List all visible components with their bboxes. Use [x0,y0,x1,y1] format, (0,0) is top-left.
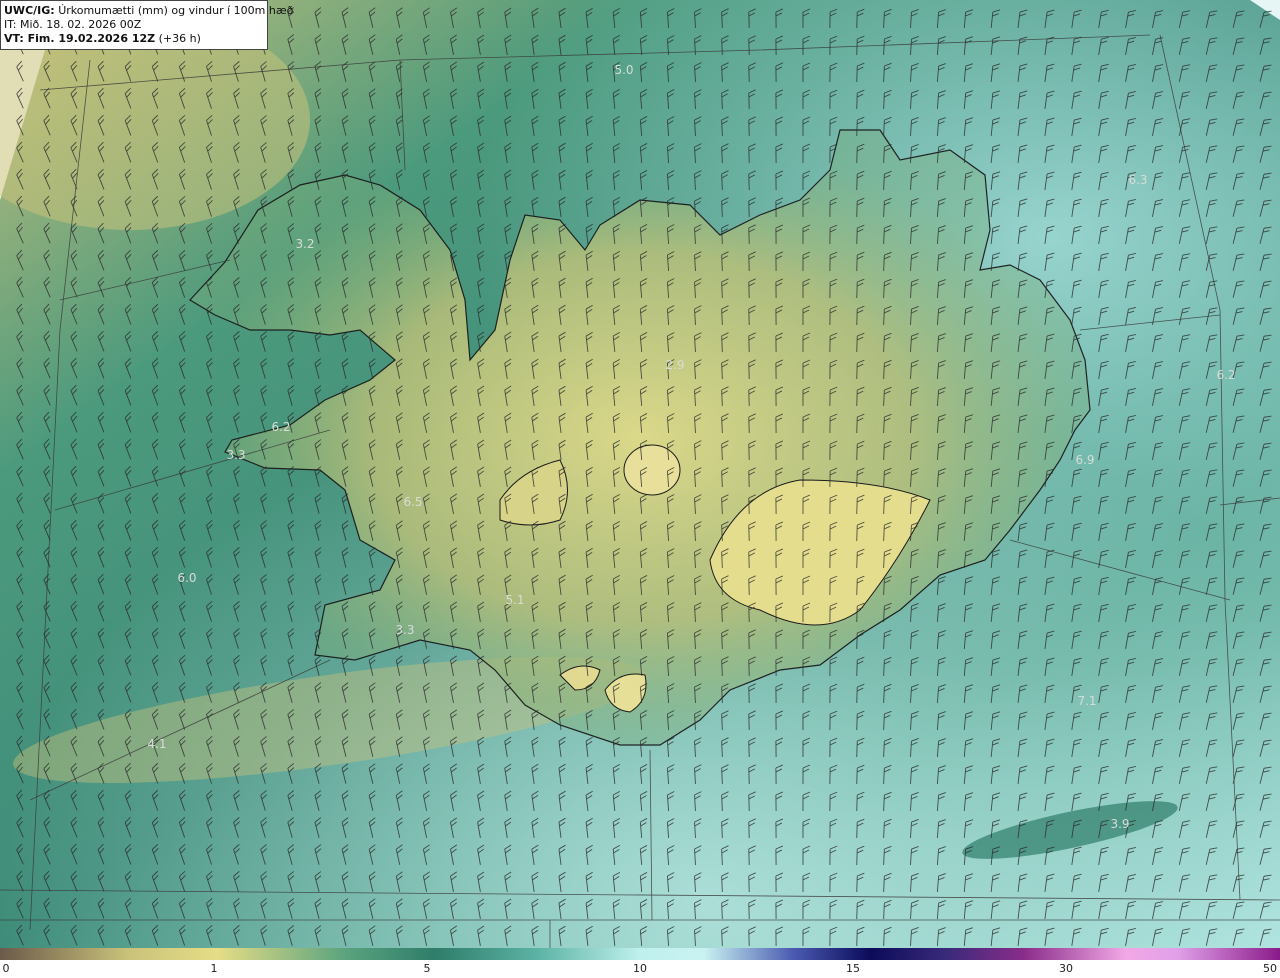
map-value-label: 7.1 [1077,694,1096,708]
map-value-label: 3.3 [226,448,245,462]
map-value-label: 6.0 [177,571,196,585]
map-value-label: 5.1 [505,593,524,607]
colorbar: 0 1 5 10 15 30 50 [0,948,1280,978]
init-time: IT: Mið. 18. 02. 2026 00Z [4,18,142,31]
colorbar-label: 10 [633,962,647,975]
map-value-label: 3.3 [395,623,414,637]
info-box: UWC/IG: Úrkomumætti (mm) og vindur í 100… [0,0,293,50]
map-value-label: 4.1 [147,737,166,751]
map-value-label: 6.9 [1075,453,1094,467]
colorbar-label: 0 [2,962,10,975]
colorbar-label: 15 [846,962,860,975]
valid-time: VT: Fim. 19.02.2026 12Z [4,32,156,45]
map-value-label: 2.9 [665,358,684,372]
colorbar-label: 30 [1059,962,1073,975]
field-title: Úrkomumætti (mm) og vindur í 100m hæð [58,4,294,17]
map-value-label: 5.0 [614,63,633,77]
colorbar-label: 50 [1263,962,1277,975]
map-value-label: 6.3 [1128,173,1147,187]
map-value-label: 6.2 [1216,368,1235,382]
map-value-label: 3.2 [295,237,314,251]
map-value-label: 6.5 [403,495,422,509]
colorbar-label: 1 [210,962,218,975]
colorbar-label: 5 [423,962,431,975]
colorbar-strip [0,948,1280,960]
model-label: UWC/IG: [4,4,55,17]
map-value-label: 3.9 [1110,817,1129,831]
map-canvas: 5.0 6.3 3.2 6.2 2.9 6.2 3.3 6.9 6.5 6.0 5.1 3.3 7.1 4… [0,0,1280,948]
lead-time: (+36 h) [158,32,201,45]
map-value-label: 6.2 [271,420,290,434]
